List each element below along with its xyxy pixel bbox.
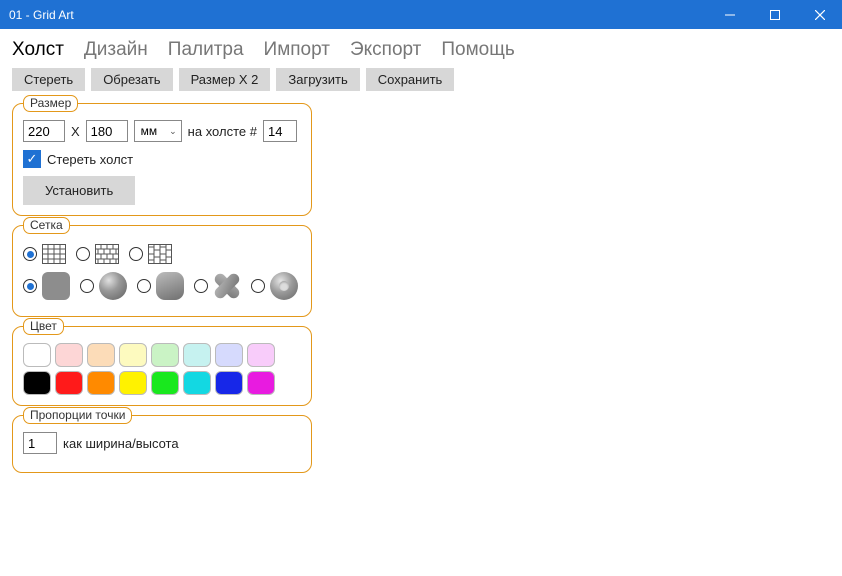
color-light-0[interactable]: [23, 343, 51, 367]
size-x2-button[interactable]: Размер Х 2: [179, 68, 271, 91]
size-group: Размер X мм ⌄ на холсте # ✓ Стереть холс…: [12, 103, 312, 216]
color-bright-5[interactable]: [183, 371, 211, 395]
shape-cross-radio[interactable]: [194, 279, 208, 293]
save-button[interactable]: Сохранить: [366, 68, 455, 91]
shape-ring-radio[interactable]: [251, 279, 265, 293]
tab-export[interactable]: Экспорт: [350, 39, 421, 61]
color-legend: Цвет: [23, 318, 64, 335]
color-light-4[interactable]: [151, 343, 179, 367]
grid-group: Сетка: [12, 225, 312, 317]
shape-square-radio[interactable]: [23, 279, 37, 293]
color-light-5[interactable]: [183, 343, 211, 367]
erase-button[interactable]: Стереть: [12, 68, 85, 91]
tab-import[interactable]: Импорт: [264, 39, 330, 61]
shape-ring-icon: [270, 272, 298, 300]
shape-disc-radio[interactable]: [80, 279, 94, 293]
grid-pattern-3-radio[interactable]: [129, 247, 143, 261]
title-bar: 01 - Grid Art: [0, 0, 842, 29]
ratio-input[interactable]: [23, 432, 57, 454]
ratio-group: Пропорции точки как ширина/высота: [12, 415, 312, 473]
shape-rounded-radio[interactable]: [137, 279, 151, 293]
erase-canvas-checkbox[interactable]: ✓: [23, 150, 41, 168]
x-label: X: [71, 124, 80, 139]
ratio-legend: Пропорции точки: [23, 407, 132, 424]
grid-pattern-1-icon: [42, 242, 66, 266]
shape-square-icon: [42, 272, 70, 300]
tab-canvas[interactable]: Холст: [12, 39, 64, 61]
color-bright-7[interactable]: [247, 371, 275, 395]
unit-value: мм: [141, 124, 158, 138]
grid-legend: Сетка: [23, 217, 70, 234]
grid-pattern-3-icon: [148, 242, 172, 266]
color-light-6[interactable]: [215, 343, 243, 367]
window-controls: [707, 0, 842, 29]
shape-cross-icon: [213, 272, 241, 300]
ratio-label: как ширина/высота: [63, 436, 179, 451]
color-bright-3[interactable]: [119, 371, 147, 395]
unit-select[interactable]: мм ⌄: [134, 120, 182, 142]
tabs: Холст Дизайн Палитра Импорт Экспорт Помо…: [0, 29, 842, 65]
toolbar: Стереть Обрезать Размер Х 2 Загрузить Со…: [0, 65, 842, 101]
tab-help[interactable]: Помощь: [441, 39, 514, 61]
tab-palette[interactable]: Палитра: [168, 39, 244, 61]
chevron-down-icon: ⌄: [169, 126, 177, 137]
erase-canvas-label: Стереть холст: [47, 152, 133, 167]
color-light-1[interactable]: [55, 343, 83, 367]
window-title: 01 - Grid Art: [9, 8, 74, 22]
width-input[interactable]: [23, 120, 65, 142]
shape-rounded-icon: [156, 272, 184, 300]
size-legend: Размер: [23, 95, 78, 112]
color-bright-0[interactable]: [23, 371, 51, 395]
canvas-num-input[interactable]: [263, 120, 297, 142]
color-bright-4[interactable]: [151, 371, 179, 395]
color-bright-2[interactable]: [87, 371, 115, 395]
maximize-button[interactable]: [752, 0, 797, 29]
color-group: Цвет: [12, 326, 312, 406]
minimize-button[interactable]: [707, 0, 752, 29]
tab-design[interactable]: Дизайн: [84, 39, 148, 61]
color-light-3[interactable]: [119, 343, 147, 367]
color-grid: [23, 343, 303, 395]
shape-disc-icon: [99, 272, 127, 300]
set-button[interactable]: Установить: [23, 176, 135, 205]
color-bright-6[interactable]: [215, 371, 243, 395]
color-light-7[interactable]: [247, 343, 275, 367]
close-button[interactable]: [797, 0, 842, 29]
grid-pattern-1-radio[interactable]: [23, 247, 37, 261]
canvas-num-label: на холсте #: [188, 124, 257, 139]
load-button[interactable]: Загрузить: [276, 68, 359, 91]
grid-pattern-2-radio[interactable]: [76, 247, 90, 261]
crop-button[interactable]: Обрезать: [91, 68, 172, 91]
height-input[interactable]: [86, 120, 128, 142]
grid-pattern-2-icon: [95, 242, 119, 266]
color-light-2[interactable]: [87, 343, 115, 367]
color-bright-1[interactable]: [55, 371, 83, 395]
